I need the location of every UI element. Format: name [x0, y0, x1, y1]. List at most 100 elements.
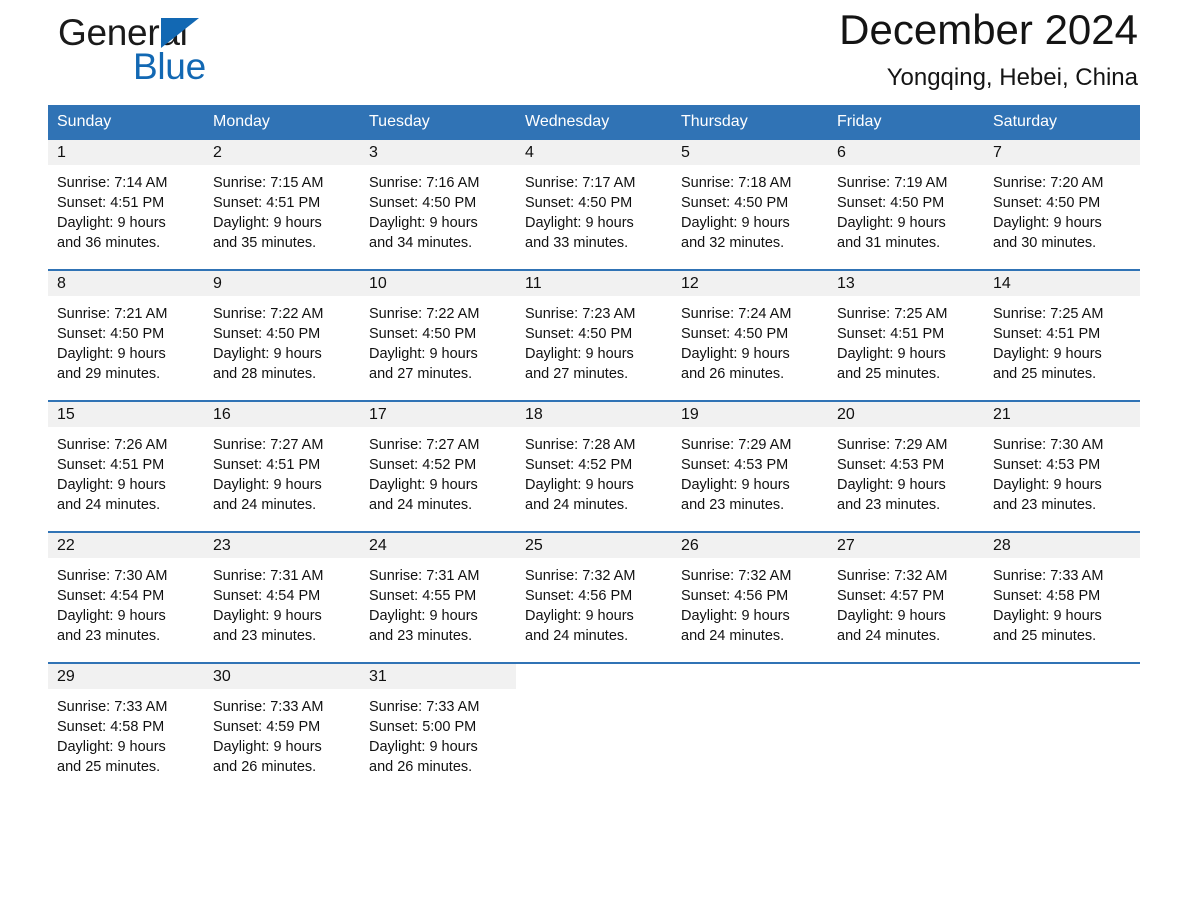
day-cell[interactable]: 28 Sunrise: 7:33 AM Sunset: 4:58 PM Dayligh… — [984, 533, 1140, 652]
sunrise-text: Sunrise: 7:18 AM — [681, 175, 792, 191]
day-cell[interactable]: 22 Sunrise: 7:30 AM Sunset: 4:54 PM Dayligh… — [48, 533, 204, 652]
weekday-header-thursday: Thursday — [681, 113, 748, 130]
day-cell[interactable]: 6 Sunrise: 7:19 AM Sunset: 4:50 PM Daylight… — [828, 140, 984, 259]
day-cell[interactable]: 7 Sunrise: 7:20 AM Sunset: 4:50 PM Daylight… — [984, 140, 1140, 259]
general-blue-logo[interactable]: General Blue — [58, 12, 358, 98]
day-cell[interactable]: 9 Sunrise: 7:22 AM Sunset: 4:50 PM Daylight… — [204, 271, 360, 390]
day-cell[interactable]: 11 Sunrise: 7:23 AM Sunset: 4:50 PM Dayligh… — [516, 271, 672, 390]
daylight-text-line2: and 23 minutes. — [681, 497, 785, 513]
day-cell[interactable]: 20 Sunrise: 7:29 AM Sunset: 4:53 PM Dayligh… — [828, 402, 984, 521]
day-cell[interactable]: 17 Sunrise: 7:27 AM Sunset: 4:52 PM Dayligh… — [360, 402, 516, 521]
daylight-text-line2: and 24 minutes. — [369, 497, 473, 513]
day-cell[interactable]: 2 Sunrise: 7:15 AM Sunset: 4:51 PM Daylight… — [204, 140, 360, 259]
daylight-text-line1: Daylight: 9 hours — [213, 215, 322, 231]
sunrise-text: Sunrise: 7:27 AM — [369, 437, 480, 453]
weekday-header-wednesday: Wednesday — [525, 113, 610, 130]
day-cell[interactable]: 31 Sunrise: 7:33 AM Sunset: 5:00 PM Dayligh… — [360, 664, 516, 783]
day-cell[interactable]: 12 Sunrise: 7:24 AM Sunset: 4:50 PM Dayligh… — [672, 271, 828, 390]
day-cell[interactable]: 24 Sunrise: 7:31 AM Sunset: 4:55 PM Dayligh… — [360, 533, 516, 652]
day-details: Sunrise: 7:27 AM Sunset: 4:52 PM Daylight:… — [360, 427, 516, 515]
day-cell[interactable]: 14 Sunrise: 7:25 AM Sunset: 4:51 PM Dayligh… — [984, 271, 1140, 390]
day-number: 13 — [828, 271, 984, 296]
daylight-text-line1: Daylight: 9 hours — [369, 477, 478, 493]
sunrise-text: Sunrise: 7:29 AM — [837, 437, 948, 453]
day-details: Sunrise: 7:20 AM Sunset: 4:50 PM Daylight:… — [984, 165, 1140, 253]
day-cell[interactable]: 23 Sunrise: 7:31 AM Sunset: 4:54 PM Dayligh… — [204, 533, 360, 652]
day-cell[interactable]: 16 Sunrise: 7:27 AM Sunset: 4:51 PM Dayligh… — [204, 402, 360, 521]
day-cell[interactable]: 5 Sunrise: 7:18 AM Sunset: 4:50 PM Daylight… — [672, 140, 828, 259]
day-cell[interactable]: 30 Sunrise: 7:33 AM Sunset: 4:59 PM Dayligh… — [204, 664, 360, 783]
daylight-text-line2: and 24 minutes. — [57, 497, 161, 513]
day-details: Sunrise: 7:32 AM Sunset: 4:56 PM Daylight:… — [516, 558, 672, 646]
sunset-text: Sunset: 4:59 PM — [213, 719, 321, 735]
day-cell[interactable]: 4 Sunrise: 7:17 AM Sunset: 4:50 PM Daylight… — [516, 140, 672, 259]
day-cell[interactable]: 18 Sunrise: 7:28 AM Sunset: 4:52 PM Dayligh… — [516, 402, 672, 521]
day-cell[interactable]: 26 Sunrise: 7:32 AM Sunset: 4:56 PM Dayligh… — [672, 533, 828, 652]
daylight-text-line2: and 35 minutes. — [213, 235, 317, 251]
day-cell[interactable]: 25 Sunrise: 7:32 AM Sunset: 4:56 PM Dayligh… — [516, 533, 672, 652]
daylight-text-line1: Daylight: 9 hours — [525, 215, 634, 231]
day-number: 10 — [360, 271, 516, 296]
daylight-text-line1: Daylight: 9 hours — [57, 739, 166, 755]
daylight-text-line1: Daylight: 9 hours — [837, 477, 946, 493]
day-cell[interactable]: 29 Sunrise: 7:33 AM Sunset: 4:58 PM Dayligh… — [48, 664, 204, 783]
sunrise-text: Sunrise: 7:15 AM — [213, 175, 324, 191]
day-cell[interactable]: 1 Sunrise: 7:14 AM Sunset: 4:51 PM Daylight… — [48, 140, 204, 259]
sunset-text: Sunset: 4:50 PM — [993, 195, 1101, 211]
daylight-text-line1: Daylight: 9 hours — [525, 346, 634, 362]
sunset-text: Sunset: 4:50 PM — [57, 326, 165, 342]
daylight-text-line1: Daylight: 9 hours — [681, 477, 790, 493]
day-cell[interactable]: 3 Sunrise: 7:16 AM Sunset: 4:50 PM Daylight… — [360, 140, 516, 259]
daylight-text-line1: Daylight: 9 hours — [213, 346, 322, 362]
daylight-text-line2: and 29 minutes. — [57, 366, 161, 382]
day-number: 14 — [984, 271, 1140, 296]
sunset-text: Sunset: 4:53 PM — [681, 457, 789, 473]
day-details: Sunrise: 7:22 AM Sunset: 4:50 PM Daylight:… — [204, 296, 360, 384]
sunrise-text: Sunrise: 7:23 AM — [525, 306, 636, 322]
day-details: Sunrise: 7:26 AM Sunset: 4:51 PM Daylight:… — [48, 427, 204, 515]
day-cell[interactable]: 19 Sunrise: 7:29 AM Sunset: 4:53 PM Dayligh… — [672, 402, 828, 521]
sunrise-text: Sunrise: 7:28 AM — [525, 437, 636, 453]
day-cell[interactable]: 21 Sunrise: 7:30 AM Sunset: 4:53 PM Dayligh… — [984, 402, 1140, 521]
day-details: Sunrise: 7:29 AM Sunset: 4:53 PM Daylight:… — [828, 427, 984, 515]
day-details: Sunrise: 7:21 AM Sunset: 4:50 PM Daylight:… — [48, 296, 204, 384]
daylight-text-line1: Daylight: 9 hours — [369, 739, 478, 755]
day-details: Sunrise: 7:19 AM Sunset: 4:50 PM Daylight:… — [828, 165, 984, 253]
daylight-text-line1: Daylight: 9 hours — [993, 477, 1102, 493]
day-number: 4 — [516, 140, 672, 165]
sunset-text: Sunset: 4:51 PM — [57, 195, 165, 211]
daylight-text-line1: Daylight: 9 hours — [525, 608, 634, 624]
sunset-text: Sunset: 4:50 PM — [369, 326, 477, 342]
weekday-header-tuesday: Tuesday — [369, 113, 430, 130]
week-row: 15 Sunrise: 7:26 AM Sunset: 4:51 PM Dayligh… — [48, 400, 1140, 521]
day-cell[interactable]: 8 Sunrise: 7:21 AM Sunset: 4:50 PM Daylight… — [48, 271, 204, 390]
daylight-text-line1: Daylight: 9 hours — [837, 608, 946, 624]
day-cell[interactable]: 10 Sunrise: 7:22 AM Sunset: 4:50 PM Dayligh… — [360, 271, 516, 390]
sunset-text: Sunset: 4:53 PM — [837, 457, 945, 473]
day-details: Sunrise: 7:17 AM Sunset: 4:50 PM Daylight:… — [516, 165, 672, 253]
weekday-header-sunday: Sunday — [57, 113, 112, 130]
daylight-text-line2: and 27 minutes. — [525, 366, 629, 382]
day-cell[interactable]: 13 Sunrise: 7:25 AM Sunset: 4:51 PM Dayligh… — [828, 271, 984, 390]
daylight-text-line2: and 36 minutes. — [57, 235, 161, 251]
day-number: 27 — [828, 533, 984, 558]
sunrise-text: Sunrise: 7:16 AM — [369, 175, 480, 191]
sunset-text: Sunset: 4:54 PM — [213, 588, 321, 604]
daylight-text-line1: Daylight: 9 hours — [57, 477, 166, 493]
sunrise-text: Sunrise: 7:19 AM — [837, 175, 948, 191]
daylight-text-line2: and 30 minutes. — [993, 235, 1097, 251]
daylight-text-line1: Daylight: 9 hours — [525, 477, 634, 493]
sunrise-text: Sunrise: 7:32 AM — [681, 568, 792, 584]
daylight-text-line1: Daylight: 9 hours — [993, 215, 1102, 231]
daylight-text-line1: Daylight: 9 hours — [993, 346, 1102, 362]
day-number: 20 — [828, 402, 984, 427]
daylight-text-line1: Daylight: 9 hours — [213, 608, 322, 624]
day-cell[interactable]: 27 Sunrise: 7:32 AM Sunset: 4:57 PM Dayligh… — [828, 533, 984, 652]
day-number: 2 — [204, 140, 360, 165]
day-details: Sunrise: 7:28 AM Sunset: 4:52 PM Daylight:… — [516, 427, 672, 515]
day-number: 6 — [828, 140, 984, 165]
sunrise-text: Sunrise: 7:33 AM — [369, 699, 480, 715]
day-cell-empty — [672, 664, 828, 783]
day-cell[interactable]: 15 Sunrise: 7:26 AM Sunset: 4:51 PM Dayligh… — [48, 402, 204, 521]
day-number: 12 — [672, 271, 828, 296]
